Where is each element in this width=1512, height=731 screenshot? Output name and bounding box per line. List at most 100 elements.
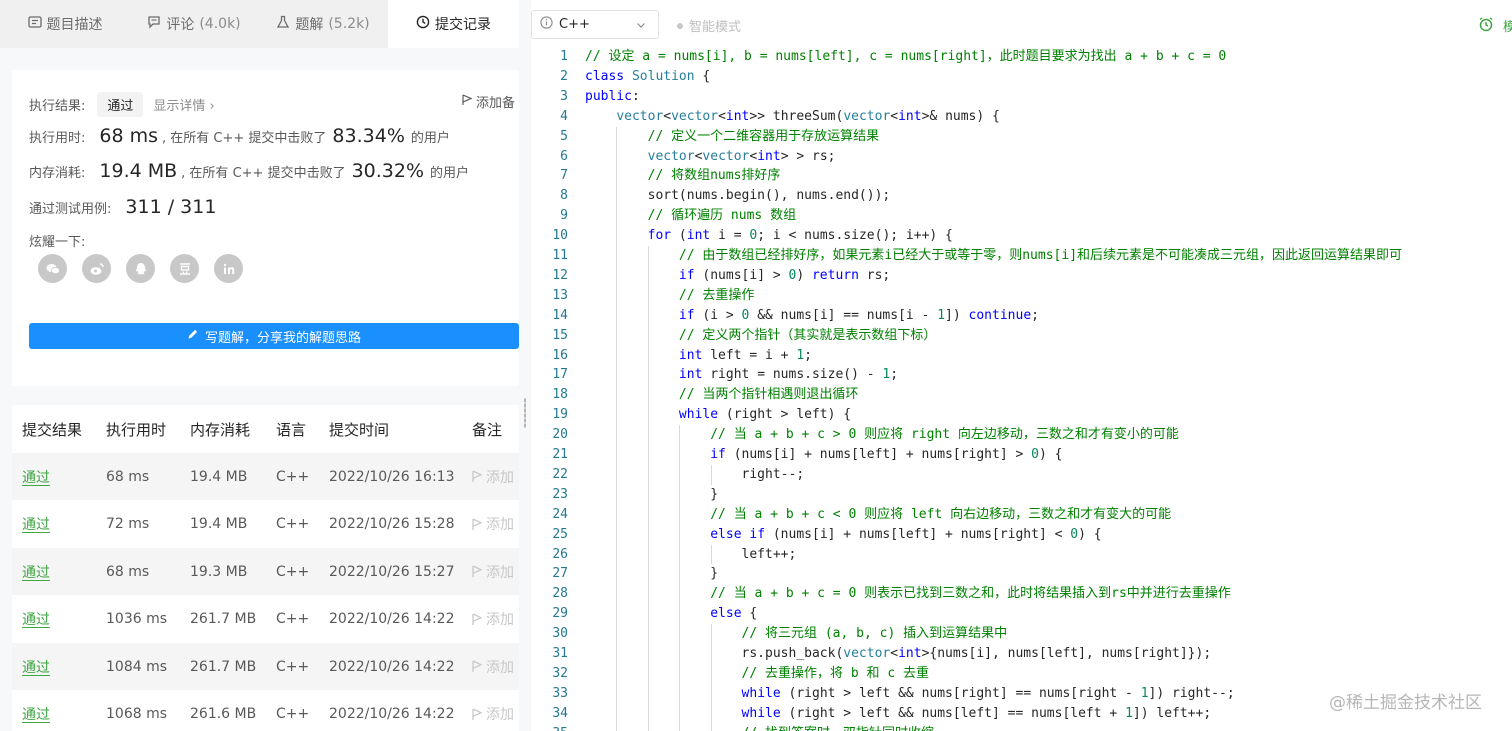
line-number: 33: [552, 685, 568, 701]
status-badge: 通过: [97, 92, 144, 117]
pane-splitter[interactable]: [519, 0, 531, 731]
row-status-link[interactable]: 通过: [22, 514, 50, 534]
share-buttons: [38, 254, 243, 283]
code-line: 23 }: [531, 485, 1512, 505]
line-number: 22: [552, 466, 568, 482]
splitter-grip-icon[interactable]: [524, 398, 526, 428]
toolbar-right-label: 模: [1503, 20, 1512, 35]
code-text: // 当两个指针相遇则退出循环: [678, 387, 859, 403]
add-note-button[interactable]: 添加备: [462, 92, 515, 111]
watermark: @稀土掘金技术社区: [1329, 693, 1482, 713]
editor-toolbar: C++ 智能模式 模: [531, 0, 1512, 48]
table-row[interactable]: 通过 68 ms 19.4 MB C++ 2022/10/26 16:13 添加: [12, 453, 519, 500]
col-note: 备注: [472, 420, 503, 439]
alarm-clock-icon[interactable]: [1478, 16, 1494, 32]
code-line: 24 // 当 a + b + c < 0 则应将 left 向右边移动，三数之…: [531, 505, 1512, 525]
code-text: // 当 a + b + c < 0 则应将 left 向右边移动，三数之和才有…: [710, 506, 1172, 522]
memory-suffix: 的用户: [430, 166, 470, 181]
linkedin-icon[interactable]: [214, 254, 243, 283]
code-text: while (right > left) {: [678, 407, 852, 423]
tab-solutions-label: 题解: [295, 17, 324, 33]
share-label: 炫耀一下:: [29, 235, 86, 250]
code-line: 6 vector<vector<int> > rs;: [531, 147, 1512, 167]
flag-icon: [472, 707, 482, 720]
row-add-note-button[interactable]: 添加: [472, 704, 514, 724]
row-time: 2022/10/26 15:28: [329, 516, 455, 532]
row-add-note-button[interactable]: 添加: [472, 467, 514, 487]
table-row[interactable]: 通过 1084 ms 261.7 MB C++ 2022/10/26 14:22 添加: [12, 643, 519, 690]
code-line: 1 // 设定 a = nums[i], b = nums[left], c = …: [531, 47, 1512, 67]
row-note-label: 添加: [486, 659, 514, 676]
write-solution-button[interactable]: 写题解，分享我的解题思路: [29, 323, 519, 349]
show-details-link[interactable]: 显示详情 ›: [153, 95, 214, 114]
douban-icon[interactable]: [170, 254, 199, 283]
table-row[interactable]: 通过 68 ms 19.3 MB C++ 2022/10/26 15:27 添加: [12, 548, 519, 595]
code-text: public:: [585, 88, 640, 104]
line-number: 27: [552, 566, 568, 582]
tab-comments[interactable]: 评论 (4.0k): [130, 0, 258, 48]
code-text: // 找到答案时，双指针同时收缩: [585, 724, 934, 731]
row-status-link[interactable]: 通过: [22, 704, 50, 724]
table-header: 提交结果 执行用时 内存消耗 语言 提交时间 备注: [12, 405, 519, 453]
smart-mode-toggle[interactable]: 智能模式: [677, 16, 741, 35]
tab-description[interactable]: 题目描述: [0, 0, 130, 48]
row-add-note-button[interactable]: 添加: [472, 609, 514, 629]
code-editor[interactable]: 1 // 设定 a = nums[i], b = nums[left], c = …: [531, 47, 1512, 731]
line-number: 10: [552, 228, 568, 244]
tab-submissions-label: 提交记录: [435, 17, 491, 33]
tab-comments-label: 评论: [166, 17, 195, 33]
code-text: // 当 a + b + c = 0 则表示已找到三数之和，此时将结果插入到rs…: [710, 586, 1231, 602]
memory-row: 内存消耗: 19.4 MB , 在所有 C++ 提交中击败了 30.32% 的用…: [29, 160, 469, 182]
row-memory: 19.3 MB: [190, 563, 248, 580]
row-add-note-button[interactable]: 添加: [472, 657, 514, 677]
left-pane: 题目描述 评论 (4.0k) 题解 (5.2k) 提交记录 执行结果: 通过 显…: [0, 0, 519, 731]
wechat-icon[interactable]: [38, 254, 67, 283]
flag-icon: [472, 565, 482, 577]
code-line: 14 if (i > 0 && nums[i] == nums[i - 1]) …: [531, 306, 1512, 326]
line-number: 5: [560, 128, 568, 144]
row-status-link[interactable]: 通过: [22, 657, 50, 677]
code-text: for (int i = 0; i < nums.size(); i++) {: [647, 228, 953, 244]
submissions-table: 提交结果 执行用时 内存消耗 语言 提交时间 备注 通过 68 ms 19.4 MB…: [12, 405, 519, 731]
row-runtime: 72 ms: [106, 516, 150, 532]
row-memory: 261.7 MB: [190, 658, 257, 675]
row-add-note-button[interactable]: 添加: [472, 514, 514, 534]
row-add-note-button[interactable]: 添加: [472, 562, 514, 582]
tab-submissions[interactable]: 提交记录: [388, 0, 519, 48]
row-runtime: 1036 ms: [106, 611, 168, 627]
code-text: vector<vector<int> > rs;: [647, 148, 836, 164]
tab-solutions[interactable]: 题解 (5.2k): [258, 0, 388, 48]
code-pane: C++ 智能模式 模 1 // 设定 a = nums[i], b = nums[…: [531, 0, 1512, 731]
row-memory: 19.4 MB: [190, 468, 248, 485]
code-text: while (right > left && nums[left] == num…: [741, 705, 1212, 721]
line-number: 1: [560, 49, 568, 64]
code-line: 20 // 当 a + b + c > 0 则应将 right 向左边移动，三数…: [531, 425, 1512, 445]
table-row[interactable]: 通过 1068 ms 261.6 MB C++ 2022/10/26 14:22 添加: [12, 691, 519, 731]
code-line: 10 for (int i = 0; i < nums.size(); i++)…: [531, 226, 1512, 246]
row-status-link[interactable]: 通过: [22, 467, 50, 487]
row-language: C++: [276, 611, 310, 627]
line-number: 4: [560, 108, 568, 124]
line-number: 7: [560, 168, 568, 184]
tests-row: 通过测试用例: 311 / 311: [29, 196, 220, 218]
line-number: 15: [552, 327, 568, 343]
code-line: 15 // 定义两个指针（其实就是表示数组下标）: [531, 326, 1512, 346]
table-row[interactable]: 通过 1036 ms 261.7 MB C++ 2022/10/26 14:22 添加: [12, 596, 519, 643]
code-line: 30 // 将三元组 (a, b, c) 插入到运算结果中: [531, 624, 1512, 644]
language-select[interactable]: C++: [531, 10, 659, 39]
code-line: 32 // 去重操作，将 b 和 c 去重: [531, 664, 1512, 684]
code-text: sort(nums.begin(), nums.end());: [585, 188, 891, 204]
code-text: class Solution {: [585, 68, 711, 84]
qq-icon[interactable]: [126, 254, 155, 283]
table-row[interactable]: 通过 72 ms 19.4 MB C++ 2022/10/26 15:28 添加: [12, 501, 519, 548]
row-status-link[interactable]: 通过: [22, 562, 50, 582]
line-number: 3: [560, 88, 568, 104]
weibo-icon[interactable]: [82, 254, 111, 283]
info-icon: [540, 16, 553, 33]
code-text: while (right > left && nums[right] == nu…: [741, 685, 1235, 701]
row-status-link[interactable]: 通过: [22, 609, 50, 629]
chevron-down-icon: [636, 19, 646, 29]
code-line: 21 if (nums[i] + nums[left] + nums[right…: [531, 445, 1512, 465]
row-time: 2022/10/26 16:13: [329, 468, 455, 485]
col-time: 提交时间: [329, 420, 390, 439]
